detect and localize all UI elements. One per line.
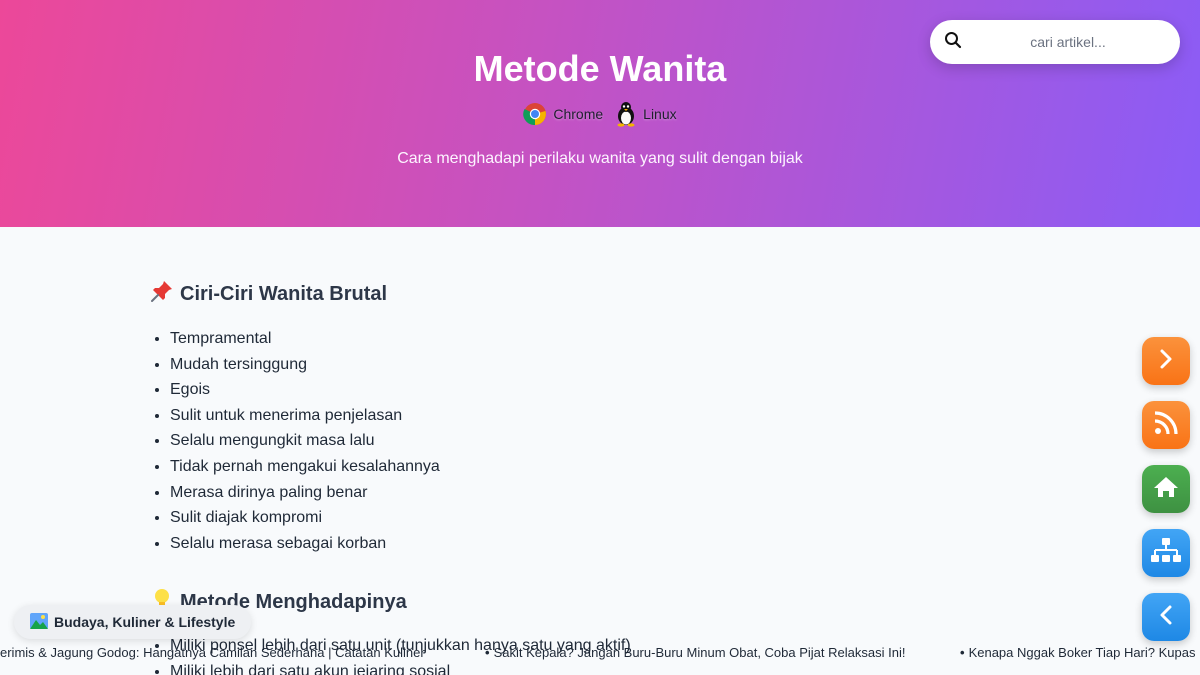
linux-tux-icon	[615, 101, 637, 127]
ticker-text: erimis & Jagung Godog: Hangatnya Camilan…	[0, 645, 425, 660]
sitemap-button[interactable]	[1142, 529, 1190, 577]
badge-chrome: Chrome	[523, 102, 603, 126]
badge-linux: Linux	[615, 101, 677, 127]
rss-button[interactable]	[1142, 401, 1190, 449]
ticker-text: Kenapa Nggak Boker Tiap Hari? Kupas	[968, 645, 1196, 660]
prev-button[interactable]	[1142, 593, 1190, 641]
list-item: Selalu merasa sebagai korban	[170, 531, 910, 557]
list-item: Sulit untuk menerima penjelasan	[170, 403, 910, 429]
list-item: Merasa dirinya paling benar	[170, 480, 910, 506]
category-pill[interactable]: Budaya, Kuliner & Lifestyle	[14, 605, 252, 639]
search-icon	[944, 31, 962, 54]
section-title-text: Ciri-Ciri Wanita Brutal	[180, 282, 388, 305]
ticker-text: Sakit Kepala? Jangan Buru-Buru Minum Oba…	[493, 645, 906, 660]
search-input[interactable]	[968, 34, 1168, 50]
chrome-icon	[523, 102, 547, 126]
rss-icon	[1153, 410, 1179, 441]
ticker-link[interactable]: erimis & Jagung Godog: Hangatnya Camilan…	[0, 645, 425, 660]
landscape-icon	[30, 612, 48, 632]
chevron-left-icon	[1155, 604, 1177, 631]
platform-badges: Chrome Linux	[0, 101, 1200, 127]
ticker-bullet: •	[485, 645, 490, 660]
list-item: Tempramental	[170, 326, 910, 352]
traits-list: Tempramental Mudah tersinggung Egois Sul…	[170, 326, 910, 556]
badge-label: Chrome	[553, 106, 604, 122]
ticker-link[interactable]: • Sakit Kepala? Jangan Buru-Buru Minum Ob…	[485, 645, 905, 660]
list-item: Mudah tersinggung	[170, 352, 910, 378]
home-button[interactable]	[1142, 465, 1190, 513]
next-button[interactable]	[1142, 337, 1190, 385]
list-item: Tidak pernah mengakui kesalahannya	[170, 454, 910, 480]
chevron-right-icon	[1155, 348, 1177, 375]
list-item: Sulit diajak kompromi	[170, 505, 910, 531]
page-subtitle: Cara menghadapi perilaku wanita yang sul…	[397, 150, 803, 167]
news-ticker: erimis & Jagung Godog: Hangatnya Camilan…	[0, 645, 1200, 665]
section-heading: Metode Menghadapinya	[150, 588, 910, 616]
badge-label: Linux	[643, 106, 677, 122]
list-item: Egois	[170, 377, 910, 403]
search-box[interactable]	[930, 20, 1180, 64]
article-content: Ciri-Ciri Wanita Brutal Tempramental Mud…	[150, 280, 910, 556]
sitemap-icon	[1150, 537, 1182, 570]
pushpin-icon	[150, 279, 174, 309]
ticker-link[interactable]: • Kenapa Nggak Boker Tiap Hari? Kupas	[960, 645, 1195, 660]
list-item: Selalu mengungkit masa lalu	[170, 428, 910, 454]
home-icon	[1152, 475, 1180, 504]
category-label: Budaya, Kuliner & Lifestyle	[54, 614, 236, 630]
section-heading: Ciri-Ciri Wanita Brutal	[150, 280, 910, 308]
ticker-bullet: •	[960, 645, 965, 660]
